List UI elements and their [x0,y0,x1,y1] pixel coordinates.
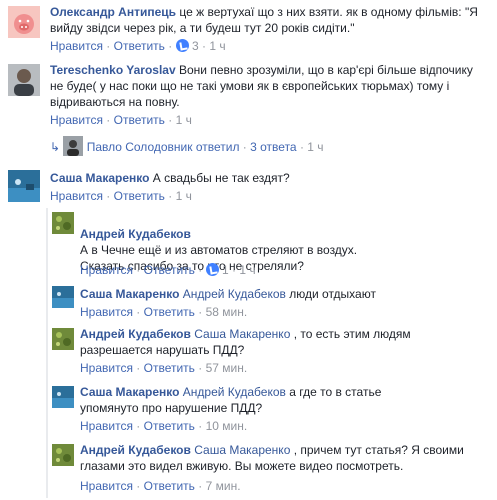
timestamp[interactable]: 1 ч [176,189,192,203]
avatar[interactable] [52,212,74,234]
like-link[interactable]: Нравится [80,361,133,375]
commenter-name[interactable]: Олександр Антипець [50,5,176,19]
reply-to-name[interactable]: Саша Макаренко [194,443,290,457]
commenter-name[interactable]: Саша Макаренко [80,385,179,399]
like-link[interactable]: Нравится [80,305,133,319]
comment: Tereschenko Yaroslav Вони певно зрозуміл… [0,58,497,158]
comment-text: люди отдыхают [289,287,376,301]
person-avatar-icon [63,136,84,156]
commenter-name[interactable]: Андрей Кудабеков [80,227,191,241]
reply: Андрей Кудабеков Саша Макаренко , причем… [0,440,497,500]
person-avatar-icon [8,64,40,96]
commenter-name[interactable]: Андрей Кудабеков [80,443,191,457]
reply-link[interactable]: Ответить [114,189,165,203]
like-link[interactable]: Нравится [50,39,103,53]
timestamp[interactable]: 58 мин. [206,305,248,319]
timestamp[interactable]: 7 мин. [206,479,241,493]
timestamp[interactable]: 10 мин. [206,419,248,433]
reply-link[interactable]: Ответить [144,305,195,319]
reply-link[interactable]: Ответить [144,361,195,375]
timestamp[interactable]: 57 мин. [206,361,248,375]
comment-actions: Нравится · Ответить · 57 мин. [80,361,248,375]
comment-actions: Нравится · Ответить · 7 мин. [80,479,241,493]
reply: Андрей Кудабеков Саша Макаренко , то ест… [0,324,497,380]
replies-summary[interactable]: ↳ Павло Солодовник ответил · 3 ответа · … [50,136,324,156]
avatar [63,136,84,156]
photo-avatar-icon [52,286,74,308]
avatar[interactable] [8,170,40,202]
timestamp[interactable]: 1 ч [176,113,192,127]
reply-link[interactable]: Ответить [144,479,195,493]
commenter-name[interactable]: Саша Макаренко [50,171,149,185]
replies-arrow-icon: ↳ [50,140,61,154]
timestamp[interactable]: 1 ч [239,263,255,277]
comment-actions: Нравится · Ответить · 1 ч [50,189,192,203]
comment-actions: Нравится · Ответить · 3 · 1 ч [50,39,226,53]
like-count[interactable]: 1 [222,263,229,277]
like-link[interactable]: Нравится [50,113,103,127]
like-count-icon [205,263,219,276]
reply-to-name[interactable]: Саша Макаренко [194,327,290,341]
photo-avatar-icon [52,328,74,350]
photo-avatar-icon [52,212,74,234]
commenter-name[interactable]: Tereschenko Yaroslav [50,63,176,77]
reply-link[interactable]: Ответить [144,419,195,433]
comment: Олександр Антипець це ж вертухаї що з ни… [0,0,497,56]
photo-avatar-icon [8,170,40,202]
comment-actions: Нравится · Ответить · 1 ч [50,113,192,127]
commenter-name[interactable]: Андрей Кудабеков [80,327,191,341]
like-link[interactable]: Нравится [50,189,103,203]
reply-link[interactable]: Ответить [114,113,165,127]
like-count[interactable]: 3 [192,39,199,53]
reply-link[interactable]: Ответить [144,263,195,277]
avatar[interactable] [52,286,74,308]
reply-to-name[interactable]: Андрей Кудабеков [183,287,286,301]
comment-actions: Нравится · Ответить · 10 мин. [80,419,248,433]
commenter-name[interactable]: Саша Макаренко [80,287,179,301]
like-link[interactable]: Нравится [80,263,133,277]
like-link[interactable]: Нравится [80,479,133,493]
reply: Саша Макаренко Андрей Кудабеков а где то… [0,382,497,438]
photo-avatar-icon [52,444,74,466]
avatar[interactable] [52,444,74,466]
avatar[interactable] [52,386,74,408]
like-link[interactable]: Нравится [80,419,133,433]
timestamp[interactable]: 1 ч [209,39,225,53]
pig-avatar-icon [8,6,40,38]
like-count-icon [175,39,189,52]
avatar[interactable] [52,328,74,350]
avatar[interactable] [8,64,40,96]
avatar[interactable] [8,6,40,38]
comment-actions: Нравится · Ответить · 58 мин. [80,305,248,319]
reply: Саша Макаренко Андрей Кудабеков люди отд… [0,284,497,324]
reply-link[interactable]: Ответить [114,39,165,53]
comment-actions: Нравится · Ответить · 1 · 1 ч [80,263,256,277]
reply: Андрей Кудабеков А в Чечне ещё и из авто… [0,208,497,282]
comment-text: А свадьбы не так ездят? [152,171,290,185]
comment: Саша Макаренко А свадьбы не так ездят? Н… [0,166,497,206]
photo-avatar-icon [52,386,74,408]
reply-to-name[interactable]: Андрей Кудабеков [183,385,286,399]
